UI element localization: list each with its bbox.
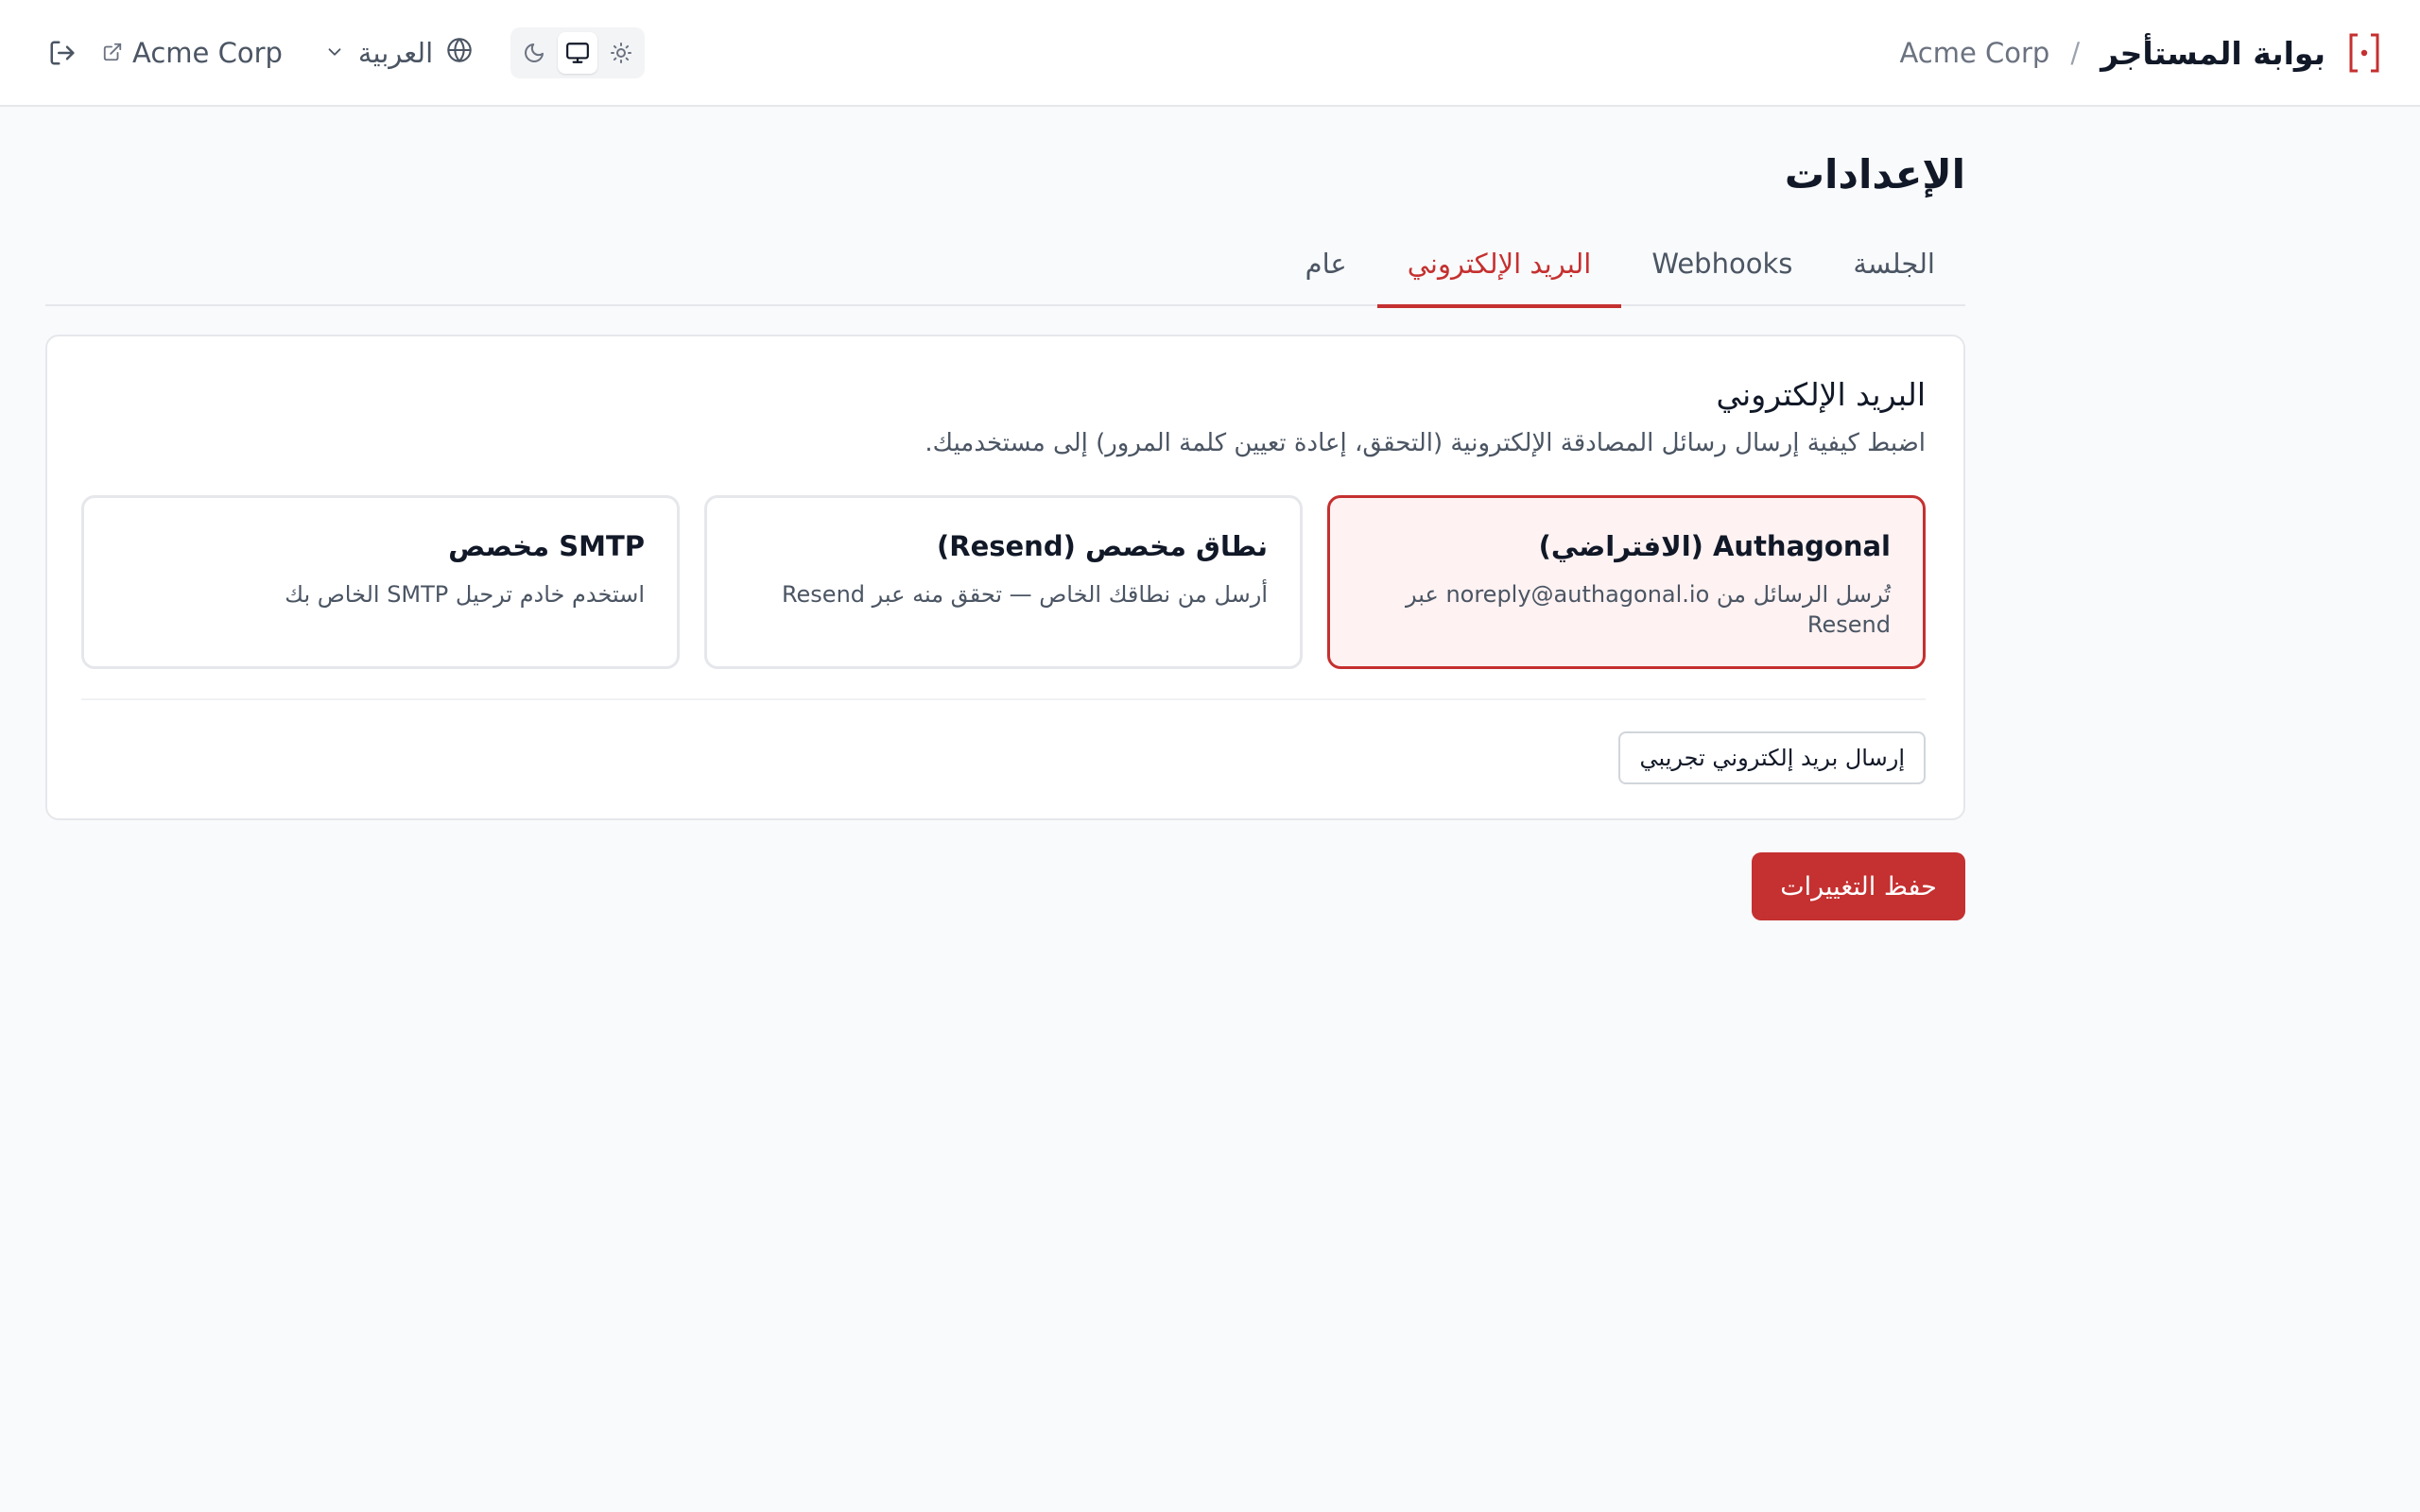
tenant-link-label: Acme Corp [132,37,283,69]
option-description: تُرسل الرسائل من noreply@authagonal.io ع… [1406,581,1891,638]
option-custom-domain-resend[interactable]: نطاق مخصص (Resend) أرسل من نطاقك الخاص —… [704,495,1303,669]
option-title: SMTP مخصص [448,530,645,562]
top-header: بوابة المستأجر / Acme Corp Acme Corp الع… [0,0,2420,107]
light-theme-sun-icon[interactable] [601,32,641,74]
email-provider-options: Authagonal (الافتراضي) تُرسل الرسائل من … [81,495,1926,669]
option-title: نطاق مخصص (Resend) [936,530,1268,562]
option-authagonal-default[interactable]: Authagonal (الافتراضي) تُرسل الرسائل من … [1327,495,1926,669]
breadcrumb-separator: / [2070,37,2081,69]
option-description: استخدم خادم ترحيل SMTP الخاص بك [285,581,645,608]
email-settings-card: البريد الإلكتروني اضبط كيفية إرسال رسائل… [45,335,1965,820]
dark-theme-moon-icon[interactable] [514,32,554,74]
bracket-logo-icon [2346,31,2382,75]
chevron-down-icon [324,37,345,69]
tab-webhooks[interactable]: Webhooks [1621,234,1823,306]
option-description: أرسل من نطاقك الخاص — تحقق منه عبر Resen… [781,581,1268,608]
theme-switcher [510,27,646,78]
card-title: البريد الإلكتروني [1716,376,1926,413]
page-title: الإعدادات [1784,151,1965,198]
brand: بوابة المستأجر / Acme Corp [1899,28,2382,77]
settings-tabs: الجلسة Webhooks البريد الإلكتروني عام [45,234,1965,308]
tab-session[interactable]: الجلسة [1823,234,1965,306]
breadcrumb-tenant[interactable]: Acme Corp [1899,37,2049,69]
tab-general[interactable]: عام [1275,234,1377,306]
option-custom-smtp[interactable]: SMTP مخصص استخدم خادم ترحيل SMTP الخاص ب… [81,495,680,669]
external-link-icon [102,37,123,69]
card-description: اضبط كيفية إرسال رسائل المصادقة الإلكترو… [925,429,1926,457]
header-actions: Acme Corp العربية [43,26,646,79]
tenant-external-link[interactable]: Acme Corp [102,37,283,69]
system-theme-monitor-icon[interactable] [558,32,598,74]
language-label: العربية [357,37,434,69]
save-changes-button[interactable]: حفظ التغييرات [1752,852,1965,920]
card-divider [81,698,1926,700]
language-selector[interactable]: العربية [324,37,473,70]
portal-title: بوابة المستأجر [2100,34,2325,72]
send-test-email-button[interactable]: إرسال بريد إلكتروني تجريبي [1618,731,1926,784]
option-title: Authagonal (الافتراضي) [1538,530,1891,562]
tab-email[interactable]: البريد الإلكتروني [1376,234,1622,308]
globe-icon [446,37,473,70]
logout-icon[interactable] [43,34,81,72]
